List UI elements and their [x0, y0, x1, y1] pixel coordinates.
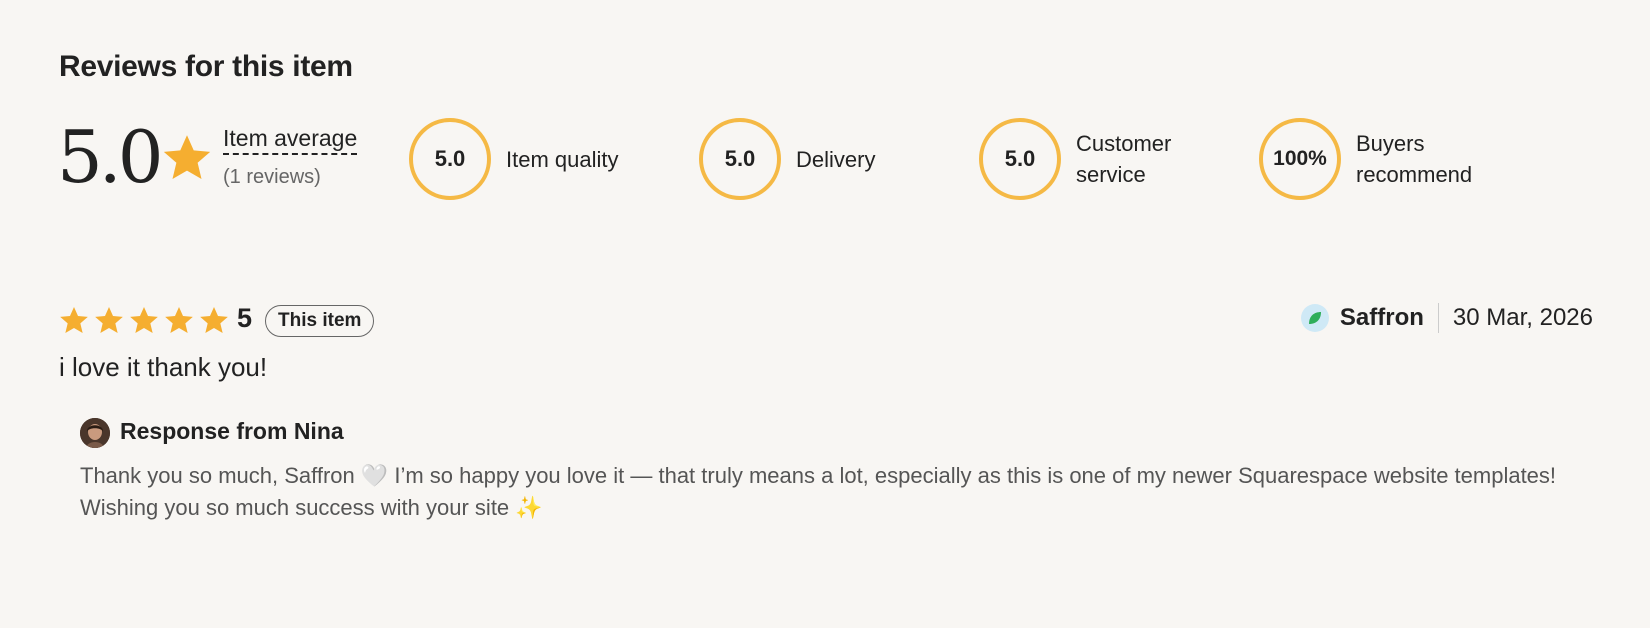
reviewer-info: Saffron 30 Mar, 2026 — [1300, 300, 1593, 336]
metric-customer-service: 5.0 Customer service — [979, 118, 1206, 200]
star-icon — [165, 306, 193, 334]
metric-buyers-recommend: 100% Buyers recommend — [1259, 118, 1486, 200]
average-score: 5.0 — [57, 115, 163, 199]
response-text: Thank you so much, Saffron 🤍 I’m so happ… — [80, 463, 1557, 520]
metric-label: Item quality — [506, 146, 619, 172]
divider — [1437, 303, 1439, 333]
review-star-rating — [58, 305, 230, 336]
metric-item-quality: 5.0 Item quality — [409, 118, 619, 200]
review-text: i love it thank you! — [59, 352, 268, 382]
metric-delivery: 5.0 Delivery — [699, 118, 875, 200]
star-icon — [130, 306, 158, 334]
seller-avatar-icon[interactable] — [80, 418, 110, 448]
metric-rating-ring: 5.0 — [979, 118, 1061, 200]
seller-avatar-image — [80, 418, 110, 448]
reviews-title: Reviews for this item — [59, 50, 353, 83]
metric-label: Buyers recommend — [1356, 131, 1473, 187]
metric-rating-ring: 5.0 — [699, 118, 781, 200]
star-icon — [200, 306, 228, 334]
review-rating-value: 5 — [237, 303, 253, 333]
metric-label: Delivery — [796, 146, 876, 172]
star-icon — [95, 306, 123, 334]
item-average-link[interactable]: Item average — [223, 124, 358, 155]
leaf-icon — [1308, 312, 1321, 324]
metric-rating-ring: 100% — [1259, 118, 1341, 200]
reviewer-avatar-icon[interactable] — [1300, 304, 1329, 332]
response-title: Response from Nina — [120, 418, 344, 444]
reviewer-name[interactable]: Saffron — [1340, 304, 1424, 332]
review-count: (1 reviews) — [223, 166, 321, 188]
metric-rating-ring: 5.0 — [409, 118, 491, 200]
star-icon — [60, 306, 88, 334]
this-item-badge: This item — [265, 305, 375, 337]
star-icon — [163, 135, 211, 180]
metric-label: Customer service — [1076, 131, 1172, 187]
review-date: 30 Mar, 2026 — [1452, 304, 1593, 331]
